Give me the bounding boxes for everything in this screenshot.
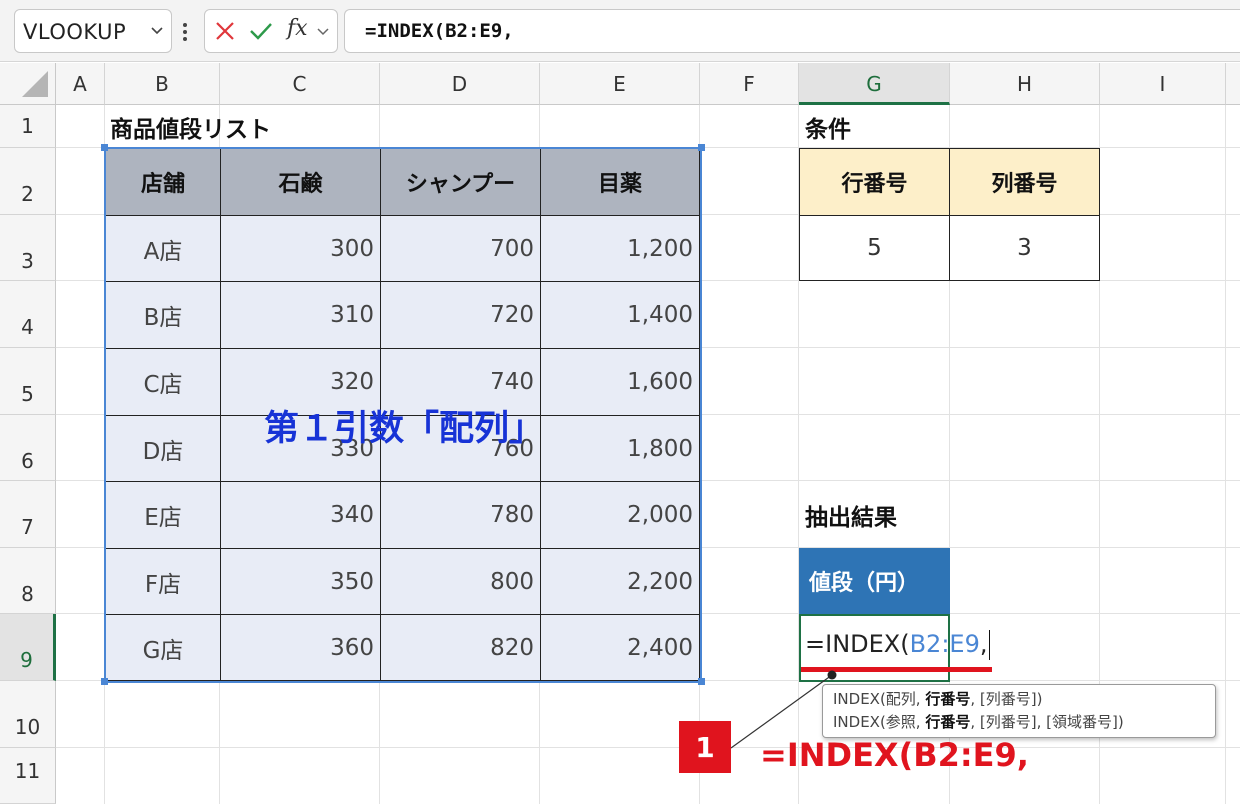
callout-line [730, 670, 837, 749]
annotation-formula: =INDEX(B2:E9, [760, 736, 1029, 774]
step-badge: 1 [679, 721, 731, 773]
